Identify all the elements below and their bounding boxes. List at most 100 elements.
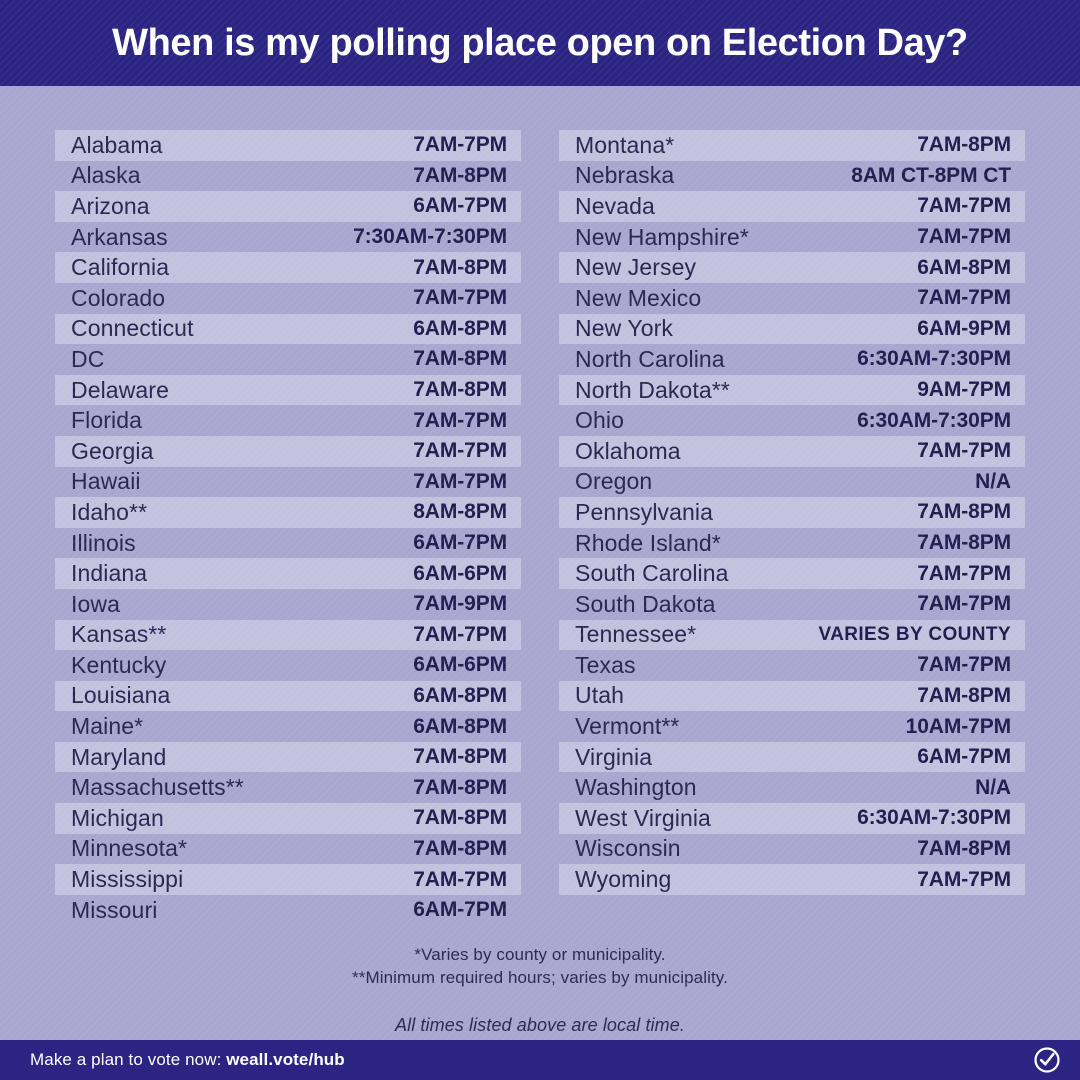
polling-hours-value: 7AM-8PM bbox=[413, 347, 507, 371]
table-row: North Carolina 6:30AM-7:30PM bbox=[559, 344, 1025, 375]
polling-hours-value: 7AM-7PM bbox=[917, 194, 1011, 218]
state-name: Maryland bbox=[71, 743, 167, 770]
footer-cta-prefix: Make a plan to vote now: bbox=[30, 1050, 227, 1069]
polling-hours-value: 7AM-8PM bbox=[413, 745, 507, 769]
polling-hours-value: 7AM-8PM bbox=[413, 836, 507, 860]
polling-hours-value: VARIES BY COUNTY bbox=[818, 623, 1011, 645]
table-row: Massachusetts** 7AM-8PM bbox=[55, 772, 521, 803]
polling-hours-value: 6AM-7PM bbox=[917, 745, 1011, 769]
table-row: New Hampshire* 7AM-7PM bbox=[559, 222, 1025, 253]
table-row: Illinois 6AM-7PM bbox=[55, 528, 521, 559]
state-name: Washington bbox=[575, 774, 697, 801]
polling-hours-value: 7AM-7PM bbox=[413, 286, 507, 310]
state-name: Arkansas bbox=[71, 223, 168, 250]
table-row: South Dakota 7AM-7PM bbox=[559, 589, 1025, 620]
polling-hours-value: 6:30AM-7:30PM bbox=[857, 408, 1011, 432]
polling-hours-value: 7AM-7PM bbox=[413, 408, 507, 432]
table-row: Arkansas 7:30AM-7:30PM bbox=[55, 222, 521, 253]
polling-hours-value: 6AM-6PM bbox=[413, 561, 507, 585]
state-name: New Jersey bbox=[575, 254, 697, 281]
state-name: Texas bbox=[575, 651, 636, 678]
polling-hours-value: 6AM-9PM bbox=[917, 316, 1011, 340]
state-name: Oklahoma bbox=[575, 437, 681, 464]
table-row: Rhode Island* 7AM-8PM bbox=[559, 528, 1025, 559]
state-name: New Mexico bbox=[575, 284, 702, 311]
polling-hours-value: 7AM-7PM bbox=[917, 561, 1011, 585]
polling-hours-value: 7AM-9PM bbox=[413, 592, 507, 616]
table-row: Tennessee* VARIES BY COUNTY bbox=[559, 619, 1025, 651]
polling-hours-value: 7AM-7PM bbox=[917, 439, 1011, 463]
state-name: New Hampshire* bbox=[575, 223, 749, 250]
table-row: New Jersey 6AM-8PM bbox=[559, 252, 1025, 283]
table-row: Washington N/A bbox=[559, 772, 1025, 803]
table-row: Indiana 6AM-6PM bbox=[55, 558, 521, 589]
state-list-right-column: Montana* 7AM-8PM Nebraska 8AM CT-8PM CT Neva… bbox=[559, 130, 1025, 925]
table-row: Nebraska 8AM CT-8PM CT bbox=[559, 161, 1025, 192]
polling-hours-value: 6AM-8PM bbox=[413, 683, 507, 707]
state-name: Tennessee* bbox=[575, 621, 697, 648]
table-row: California 7AM-8PM bbox=[55, 252, 521, 283]
table-row: Florida 7AM-7PM bbox=[55, 405, 521, 436]
polling-hours-value: 6AM-8PM bbox=[413, 714, 507, 738]
table-row: South Carolina 7AM-7PM bbox=[559, 558, 1025, 589]
footnote-single-asterisk: *Varies by county or municipality. bbox=[414, 945, 666, 964]
table-row: Ohio 6:30AM-7:30PM bbox=[559, 405, 1025, 436]
state-name: North Dakota** bbox=[575, 376, 730, 403]
table-row: Nevada 7AM-7PM bbox=[559, 191, 1025, 222]
state-list-left-column: Alabama 7AM-7PM Alaska 7AM-8PM Arizona 6AM-7P… bbox=[55, 130, 521, 925]
polling-hours-value: 7AM-7PM bbox=[917, 225, 1011, 249]
polling-hours-value: 6AM-6PM bbox=[413, 653, 507, 677]
state-name: Louisiana bbox=[71, 682, 171, 709]
table-row: New York 6AM-9PM bbox=[559, 313, 1025, 345]
state-name: Connecticut bbox=[71, 315, 194, 342]
table-row: Iowa 7AM-9PM bbox=[55, 589, 521, 620]
state-name: Wyoming bbox=[575, 866, 672, 893]
table-row: Arizona 6AM-7PM bbox=[55, 191, 521, 222]
state-name: Wisconsin bbox=[575, 835, 681, 862]
table-row: Maryland 7AM-8PM bbox=[55, 741, 521, 773]
table-row: Michigan 7AM-8PM bbox=[55, 803, 521, 834]
check-circle-icon bbox=[1034, 1047, 1060, 1073]
polling-hours-value: 7AM-8PM bbox=[917, 133, 1011, 157]
state-name: Hawaii bbox=[71, 468, 141, 495]
state-name: Nevada bbox=[575, 192, 655, 219]
table-row: Pennsylvania 7AM-8PM bbox=[559, 497, 1025, 528]
footer-cta[interactable]: Make a plan to vote now: weall.vote/hub bbox=[30, 1050, 345, 1070]
footer-bar: Make a plan to vote now: weall.vote/hub bbox=[0, 1040, 1080, 1080]
polling-hours-value: 10AM-7PM bbox=[905, 714, 1011, 738]
table-row: Connecticut 6AM-8PM bbox=[55, 313, 521, 345]
table-row: Alaska 7AM-8PM bbox=[55, 161, 521, 192]
table-row: Louisiana 6AM-8PM bbox=[55, 680, 521, 712]
polling-hours-value: 7AM-8PM bbox=[917, 500, 1011, 524]
state-name: Kansas** bbox=[71, 621, 167, 648]
state-name: Rhode Island* bbox=[575, 529, 721, 556]
state-name: Ohio bbox=[575, 407, 624, 434]
polling-hours-value: 7AM-7PM bbox=[413, 439, 507, 463]
polling-hours-value: 6:30AM-7:30PM bbox=[857, 806, 1011, 830]
polling-hours-value: 6AM-7PM bbox=[413, 194, 507, 218]
table-row: Kansas** 7AM-7PM bbox=[55, 619, 521, 651]
polling-hours-value: 6AM-8PM bbox=[917, 255, 1011, 279]
state-name: Pennsylvania bbox=[575, 498, 714, 525]
polling-hours-value: 7AM-8PM bbox=[413, 163, 507, 187]
state-name: South Carolina bbox=[575, 560, 729, 587]
polling-hours-value: 9AM-7PM bbox=[917, 378, 1011, 402]
table-row: Utah 7AM-8PM bbox=[559, 680, 1025, 712]
state-name: Kentucky bbox=[71, 651, 167, 678]
state-name: Virginia bbox=[575, 743, 653, 770]
state-name: Idaho** bbox=[71, 498, 148, 525]
state-name: Colorado bbox=[71, 284, 166, 311]
table-row: Texas 7AM-7PM bbox=[559, 650, 1025, 681]
polling-hours-value: N/A bbox=[975, 775, 1011, 799]
state-name: Oregon bbox=[575, 468, 653, 495]
polling-hours-value: 7AM-8PM bbox=[917, 531, 1011, 555]
polling-hours-value: 7AM-7PM bbox=[413, 133, 507, 157]
footer-cta-link[interactable]: weall.vote/hub bbox=[226, 1050, 345, 1069]
table-row: North Dakota** 9AM-7PM bbox=[559, 374, 1025, 406]
table-row: DC 7AM-8PM bbox=[55, 344, 521, 375]
footnote-local-time: All times listed above are local time. bbox=[395, 1014, 685, 1035]
footnotes-block: *Varies by county or municipality. **Min… bbox=[0, 944, 1080, 1036]
polling-hours-value: 7AM-7PM bbox=[917, 867, 1011, 891]
state-name: Illinois bbox=[71, 529, 136, 556]
state-name: Missouri bbox=[71, 896, 158, 923]
